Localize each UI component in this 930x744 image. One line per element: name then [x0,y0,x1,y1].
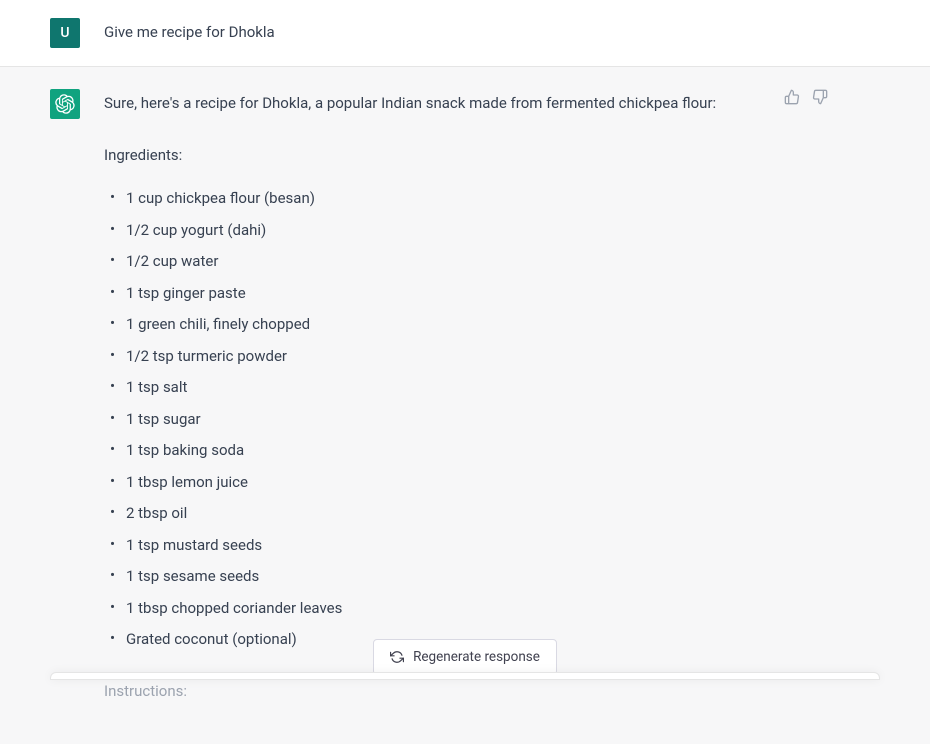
ingredient-item: 1 tsp sesame seeds [104,564,784,590]
ingredient-item: 1 tsp mustard seeds [104,533,784,559]
ingredient-text: 1 tsp sesame seeds [126,567,259,585]
ingredient-text: 1/2 cup water [126,252,218,270]
ingredient-item: 1/2 tsp turmeric powder [104,344,784,370]
openai-logo-icon [55,94,75,114]
instructions-heading: Instructions: [104,679,784,705]
ingredient-item: 2 tbsp oil [104,501,784,527]
ingredient-item: 1 tsp ginger paste [104,281,784,307]
user-message-content: Give me recipe for Dhokla [104,18,784,48]
ingredient-item: 1/2 cup yogurt (dahi) [104,218,784,244]
ingredient-text: 1 tsp baking soda [126,441,244,459]
ingredient-item: 1 cup chickpea flour (besan) [104,186,784,212]
assistant-avatar [50,89,80,119]
ingredient-item: 1 tsp sugar [104,407,784,433]
refresh-icon [390,650,404,664]
thumbs-down-icon[interactable] [812,89,828,105]
ingredient-item: 1/2 cup water [104,249,784,275]
ingredient-item: 1 green chili, finely chopped [104,312,784,338]
ingredient-item: 1 tbsp lemon juice [104,470,784,496]
ingredients-heading: Ingredients: [104,143,784,169]
ingredient-item: 1 tsp baking soda [104,438,784,464]
regenerate-label: Regenerate response [413,649,540,665]
ingredient-text: 1 tbsp lemon juice [126,473,248,491]
ingredient-text: 1 tsp mustard seeds [126,536,262,554]
ingredient-text: 2 tbsp oil [126,504,187,522]
ingredient-item: 1 tbsp chopped coriander leaves [104,596,784,622]
regenerate-button[interactable]: Regenerate response [373,639,557,675]
ingredient-text: 1 cup chickpea flour (besan) [126,189,315,207]
ingredient-text: 1 green chili, finely chopped [126,315,310,333]
ingredient-text: 1 tsp sugar [126,410,201,428]
ingredient-text: 1 tbsp chopped coriander leaves [126,599,342,617]
user-avatar-letter: U [60,25,69,41]
ingredient-text: 1/2 tsp turmeric powder [126,347,287,365]
assistant-intro: Sure, here's a recipe for Dhokla, a popu… [104,91,784,117]
user-message-row: U Give me recipe for Dhokla [0,0,930,67]
ingredient-text: 1 tsp ginger paste [126,284,246,302]
feedback-buttons [784,89,828,105]
thumbs-up-icon[interactable] [784,89,800,105]
ingredient-text: 1 tsp salt [126,378,187,396]
user-avatar: U [50,18,80,48]
ingredient-text: 1/2 cup yogurt (dahi) [126,221,266,239]
ingredients-list: 1 cup chickpea flour (besan) 1/2 cup yogu… [104,186,784,653]
ingredient-text: Grated coconut (optional) [126,630,297,648]
ingredient-item: 1 tsp salt [104,375,784,401]
user-message-text: Give me recipe for Dhokla [104,23,275,41]
assistant-message-content: Sure, here's a recipe for Dhokla, a popu… [104,89,784,704]
